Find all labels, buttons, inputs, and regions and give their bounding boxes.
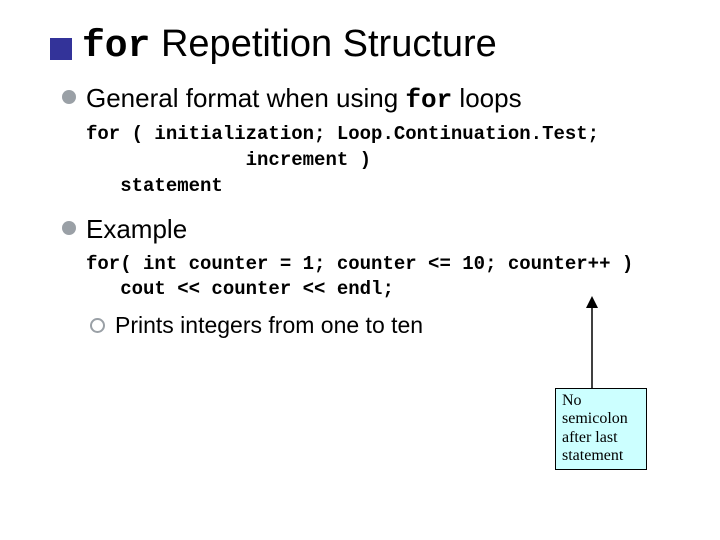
- disc-bullet-icon: [62, 221, 76, 235]
- callout-no-semicolon: No semicolon after last statement: [555, 388, 647, 470]
- circle-bullet-icon: [90, 318, 105, 333]
- slide-title: for Repetition Structure: [50, 24, 684, 68]
- general-code-kw: for: [405, 85, 452, 115]
- general-prefix: General format when using: [86, 83, 405, 113]
- bullet-prints-text: Prints integers from one to ten: [115, 311, 423, 341]
- title-rest: Repetition Structure: [150, 23, 496, 65]
- disc-bullet-icon: [62, 90, 76, 104]
- code-general-format: for ( initialization; Loop.Continuation.…: [86, 122, 684, 199]
- slide: for Repetition Structure General format …: [0, 0, 720, 540]
- bullet-general-text: General format when using for loops: [86, 82, 522, 117]
- title-bullet-icon: [50, 38, 72, 60]
- general-suffix: loops: [452, 83, 521, 113]
- bullet-general: General format when using for loops: [62, 82, 684, 117]
- bullet-example: Example: [62, 213, 684, 246]
- title-text: for Repetition Structure: [82, 24, 497, 68]
- callout-arrow-icon: [582, 296, 602, 392]
- title-keyword: for: [82, 25, 150, 68]
- bullet-example-text: Example: [86, 213, 187, 246]
